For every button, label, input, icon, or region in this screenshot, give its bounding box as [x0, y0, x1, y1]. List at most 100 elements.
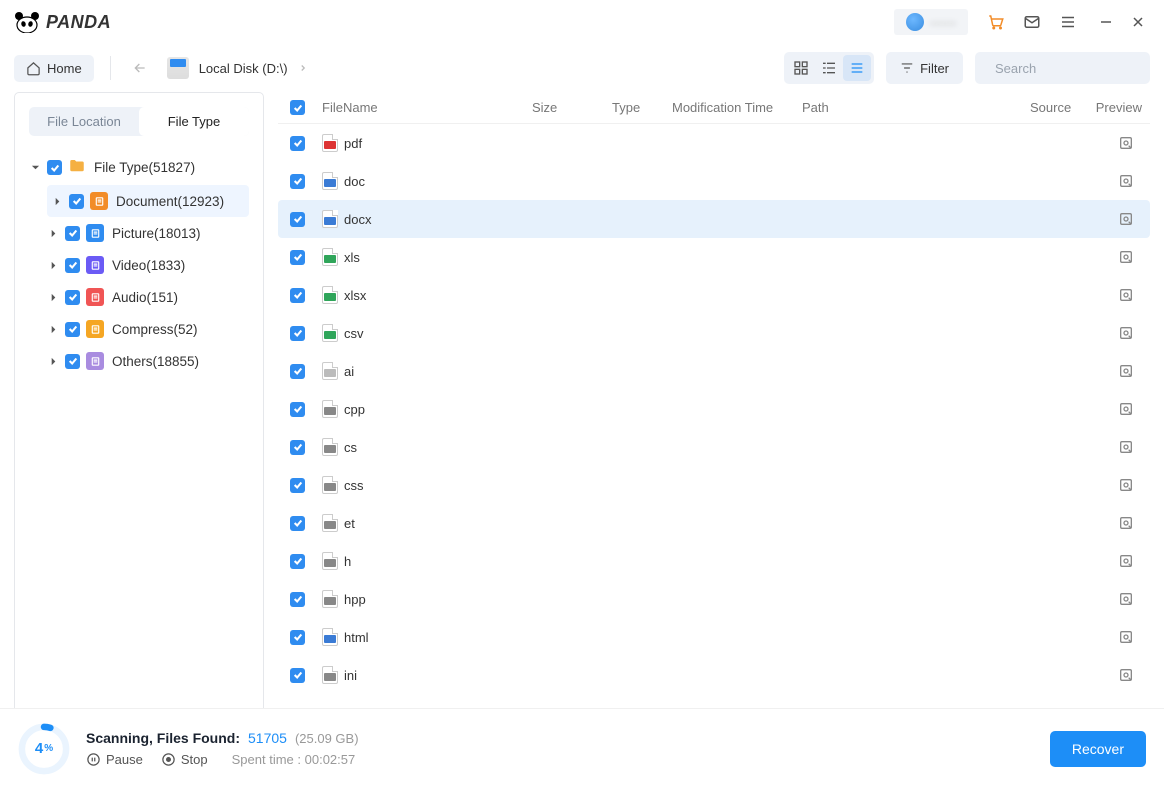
preview-icon[interactable]	[1108, 287, 1138, 303]
preview-icon[interactable]	[1108, 477, 1138, 493]
tab-file-location[interactable]: File Location	[29, 107, 139, 136]
avatar	[906, 13, 924, 31]
checkbox[interactable]	[65, 290, 80, 305]
checkbox[interactable]	[290, 554, 305, 569]
tree-item-others[interactable]: Others(18855)	[47, 345, 249, 377]
checkbox[interactable]	[290, 402, 305, 417]
search-box[interactable]	[975, 52, 1150, 84]
file-row[interactable]: cpp	[278, 390, 1150, 428]
preview-icon[interactable]	[1108, 553, 1138, 569]
mail-icon[interactable]	[1021, 11, 1043, 33]
col-path[interactable]: Path	[802, 100, 1030, 115]
checkbox-all[interactable]	[290, 100, 305, 115]
checkbox[interactable]	[65, 226, 80, 241]
back-button[interactable]	[127, 55, 153, 81]
file-name: cpp	[344, 402, 1108, 417]
preview-icon[interactable]	[1108, 363, 1138, 379]
checkbox[interactable]	[290, 516, 305, 531]
checkbox[interactable]	[290, 288, 305, 303]
file-row[interactable]: doc	[278, 162, 1150, 200]
checkbox[interactable]	[290, 326, 305, 341]
preview-icon[interactable]	[1108, 629, 1138, 645]
file-row[interactable]: et	[278, 504, 1150, 542]
preview-icon[interactable]	[1108, 325, 1138, 341]
checkbox[interactable]	[65, 322, 80, 337]
home-button[interactable]: Home	[14, 55, 94, 82]
preview-icon[interactable]	[1108, 439, 1138, 455]
preview-icon[interactable]	[1108, 211, 1138, 227]
col-size[interactable]: Size	[532, 100, 612, 115]
view-details-button[interactable]	[815, 55, 843, 81]
view-mode-group	[784, 52, 874, 84]
preview-icon[interactable]	[1108, 173, 1138, 189]
file-name: cs	[344, 440, 1108, 455]
tree-item-audio[interactable]: Audio(151)	[47, 281, 249, 313]
files-found-count: 51705	[248, 730, 287, 746]
checkbox[interactable]	[290, 440, 305, 455]
user-chip[interactable]: ------	[894, 9, 968, 35]
file-row[interactable]: xlsx	[278, 276, 1150, 314]
checkbox[interactable]	[290, 478, 305, 493]
checkbox[interactable]	[290, 630, 305, 645]
checkbox[interactable]	[290, 668, 305, 683]
checkbox[interactable]	[290, 174, 305, 189]
checkbox[interactable]	[290, 592, 305, 607]
file-row[interactable]: css	[278, 466, 1150, 504]
checkbox[interactable]	[290, 136, 305, 151]
minimize-button[interactable]	[1094, 10, 1118, 34]
checkbox[interactable]	[290, 364, 305, 379]
tree-item-video[interactable]: Video(1833)	[47, 249, 249, 281]
checkbox[interactable]	[65, 354, 80, 369]
checkbox[interactable]	[65, 258, 80, 273]
file-row[interactable]: hpp	[278, 580, 1150, 618]
file-row[interactable]: h	[278, 542, 1150, 580]
preview-icon[interactable]	[1108, 249, 1138, 265]
checkbox[interactable]	[290, 212, 305, 227]
tree-root[interactable]: File Type(51827)	[29, 150, 249, 185]
tree-item-label: Audio(151)	[112, 290, 178, 305]
col-src[interactable]: Source	[1030, 100, 1090, 115]
file-name: pdf	[344, 136, 1108, 151]
file-row[interactable]: pdf	[278, 124, 1150, 162]
col-type[interactable]: Type	[612, 100, 672, 115]
file-row[interactable]: cs	[278, 428, 1150, 466]
recover-button[interactable]: Recover	[1050, 731, 1146, 767]
checkbox[interactable]	[47, 160, 62, 175]
close-button[interactable]	[1126, 10, 1150, 34]
file-name: html	[344, 630, 1108, 645]
files-found-size: (25.09 GB)	[295, 731, 359, 746]
tree-item-picture[interactable]: Picture(18013)	[47, 217, 249, 249]
col-prev[interactable]: Preview	[1090, 100, 1150, 115]
file-row[interactable]: docx	[278, 200, 1150, 238]
cart-icon[interactable]	[985, 11, 1007, 33]
preview-icon[interactable]	[1108, 135, 1138, 151]
preview-icon[interactable]	[1108, 401, 1138, 417]
checkbox[interactable]	[290, 250, 305, 265]
filter-button[interactable]: Filter	[886, 52, 963, 84]
view-list-button[interactable]	[843, 55, 871, 81]
file-row[interactable]: xls	[278, 238, 1150, 276]
disk-label[interactable]: Local Disk (D:\)	[199, 61, 288, 76]
preview-icon[interactable]	[1108, 667, 1138, 683]
file-name: ai	[344, 364, 1108, 379]
pause-button[interactable]: Pause	[86, 752, 143, 767]
breadcrumb: Local Disk (D:\)	[167, 57, 308, 79]
tab-file-type[interactable]: File Type	[139, 107, 249, 136]
preview-icon[interactable]	[1108, 515, 1138, 531]
file-type-icon	[322, 552, 344, 570]
preview-icon[interactable]	[1108, 591, 1138, 607]
view-grid-button[interactable]	[787, 55, 815, 81]
file-row[interactable]: ini	[278, 656, 1150, 694]
col-mod[interactable]: Modification Time	[672, 100, 802, 115]
tree-item-document[interactable]: Document(12923)	[47, 185, 249, 217]
search-input[interactable]	[995, 61, 1164, 76]
tree-item-compress[interactable]: Compress(52)	[47, 313, 249, 345]
checkbox[interactable]	[69, 194, 84, 209]
col-name[interactable]: FileName	[322, 100, 532, 115]
file-row[interactable]: csv	[278, 314, 1150, 352]
stop-button[interactable]: Stop	[161, 752, 208, 767]
menu-icon[interactable]	[1057, 11, 1079, 33]
file-row[interactable]: html	[278, 618, 1150, 656]
file-name: xlsx	[344, 288, 1108, 303]
file-row[interactable]: ai	[278, 352, 1150, 390]
